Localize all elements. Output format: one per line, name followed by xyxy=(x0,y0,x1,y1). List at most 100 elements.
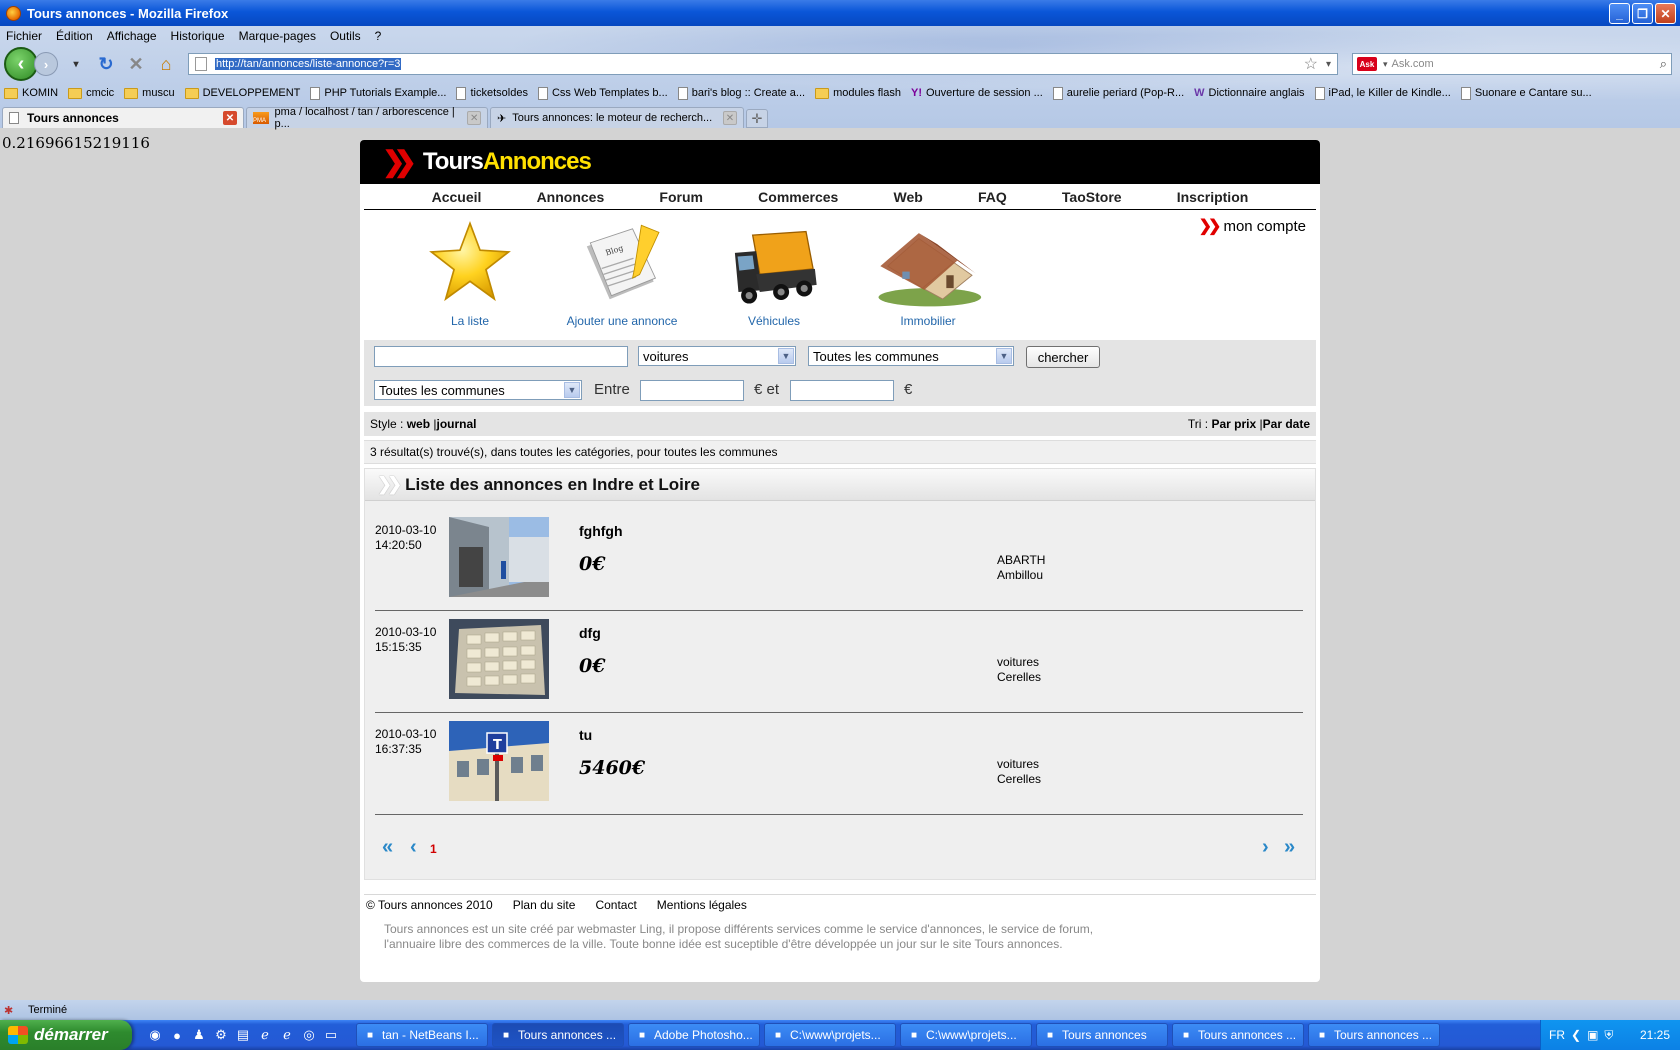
nav-accueil[interactable]: Accueil xyxy=(432,189,482,205)
bookmark-item[interactable]: DEVELOPPEMENT xyxy=(184,87,300,99)
taskbar-task[interactable]: ■ Adobe Photosho... xyxy=(628,1023,760,1047)
nav-commerces[interactable]: Commerces xyxy=(758,189,838,205)
sort-par-date-link[interactable]: Par date xyxy=(1263,417,1310,431)
bookmark-item[interactable]: W Dictionnaire anglais xyxy=(1194,87,1304,99)
bookmark-item[interactable]: cmcic xyxy=(68,87,114,99)
back-button[interactable]: ‹ xyxy=(4,47,38,81)
nav-inscription[interactable]: Inscription xyxy=(1177,189,1249,205)
firefox-launch-icon[interactable]: ● xyxy=(168,1026,186,1044)
tray-arrow-icon[interactable]: ❮ xyxy=(1571,1028,1581,1042)
chevron-down-icon[interactable]: ▼ xyxy=(778,348,794,364)
tab-moteur-recherche[interactable]: ✈ Tours annonces: le moteur de recherch.… xyxy=(490,107,744,128)
stop-icon[interactable]: ✕ xyxy=(124,52,148,76)
sort-par-prix-link[interactable]: Par prix xyxy=(1211,417,1256,431)
taskbar-task[interactable]: ■ tan - NetBeans I... xyxy=(356,1023,488,1047)
security-icon[interactable]: ⛨ xyxy=(1604,1028,1613,1043)
maximize-button[interactable]: ❐ xyxy=(1632,3,1653,24)
category-label[interactable]: La liste xyxy=(400,314,540,328)
bookmark-item[interactable]: bari's blog :: Create a... xyxy=(677,86,805,100)
price-min-input[interactable] xyxy=(640,380,744,401)
style-journal-link[interactable]: journal xyxy=(437,417,477,431)
ad-row[interactable]: 2010-03-10 14:20:50 fghfgh 0€ ABARTH Amb… xyxy=(375,509,1303,611)
reload-icon[interactable]: ↻ xyxy=(94,52,118,76)
ad-photo[interactable]: T xyxy=(449,721,549,801)
bookmark-item[interactable]: Suonare e Cantare su... xyxy=(1460,86,1592,100)
next-page-button[interactable]: › xyxy=(1262,836,1269,859)
url-bar[interactable]: http://tan/annonces/liste-annonce?r=3 ☆ … xyxy=(188,53,1338,75)
search-icon[interactable]: ⌕ xyxy=(1660,56,1667,72)
bookmark-item[interactable]: KOMIN xyxy=(4,87,58,99)
menu-outils[interactable]: Outils xyxy=(330,29,361,43)
category-label[interactable]: Immobilier xyxy=(858,314,998,328)
taskbar-task[interactable]: ■ C:\www\projets... xyxy=(900,1023,1032,1047)
bookmark-item[interactable]: modules flash xyxy=(815,87,901,99)
ask-logo-icon[interactable]: Ask xyxy=(1357,57,1377,71)
ad-row[interactable]: 2010-03-10 15:15:35 dfg 0€ voitures Cere… xyxy=(375,611,1303,713)
ad-row[interactable]: 2010-03-10 16:37:35 T tu 5460€ voitures … xyxy=(375,713,1303,815)
bookmark-item[interactable]: iPad, le Killer de Kindle... xyxy=(1314,86,1451,100)
taskbar-task[interactable]: ■ C:\www\projets... xyxy=(764,1023,896,1047)
tab-tours-annonces[interactable]: Tours annonces ✕ xyxy=(2,107,244,128)
commune-select[interactable]: Toutes les communes ▼ xyxy=(808,346,1014,366)
new-tab-button[interactable]: ✛ xyxy=(746,109,768,128)
nav-forum[interactable]: Forum xyxy=(659,189,703,205)
menu-edition[interactable]: Édition xyxy=(56,29,93,43)
forward-button[interactable]: › xyxy=(34,52,58,76)
keyword-input[interactable] xyxy=(374,346,628,367)
logo-annonces[interactable]: Annonces xyxy=(483,148,592,176)
menu-affichage[interactable]: Affichage xyxy=(107,29,157,43)
app-launch-icon[interactable]: ◎ xyxy=(300,1026,318,1044)
menu-fichier[interactable]: Fichier xyxy=(6,29,42,43)
bookmark-item[interactable]: aurelie periard (Pop-R... xyxy=(1052,86,1184,100)
minimize-button[interactable]: _ xyxy=(1609,3,1630,24)
logo-tours[interactable]: Tours xyxy=(423,148,484,176)
first-page-button[interactable]: « xyxy=(382,836,393,859)
home-icon[interactable]: ⌂ xyxy=(154,52,178,76)
taskbar-task[interactable]: ■ Tours annonces ... xyxy=(492,1023,624,1047)
history-dropdown-icon[interactable]: ▾ xyxy=(64,52,88,76)
url-dropdown-icon[interactable]: ▾ xyxy=(1326,59,1331,70)
ad-title[interactable]: fghfgh xyxy=(579,523,623,539)
category-vehicules[interactable]: Véhicules xyxy=(704,220,844,328)
mon-compte-link[interactable]: ❯❯ mon compte xyxy=(1199,216,1306,236)
price-max-input[interactable] xyxy=(790,380,894,401)
ad-title[interactable]: tu xyxy=(579,727,592,743)
ie2-launch-icon[interactable]: ℯ xyxy=(278,1026,296,1044)
start-button[interactable]: démarrer xyxy=(0,1020,132,1050)
menu-marque-pages[interactable]: Marque-pages xyxy=(239,29,316,43)
bookmark-item[interactable]: muscu xyxy=(124,87,175,99)
chercher-button[interactable]: chercher xyxy=(1026,346,1100,368)
category-ajouter-annonce[interactable]: Blog Ajouter une annonce xyxy=(552,220,692,328)
bookmark-item[interactable]: PHP Tutorials Example... xyxy=(310,86,446,100)
ie-launch-icon[interactable]: ℯ xyxy=(256,1026,274,1044)
taskbar-task[interactable]: ■ Tours annonces xyxy=(1036,1023,1168,1047)
close-tab-icon[interactable]: ✕ xyxy=(223,111,237,125)
tool-launch-icon[interactable]: ⚙ xyxy=(212,1026,230,1044)
prev-page-button[interactable]: ‹ xyxy=(410,836,417,859)
close-window-button[interactable]: ✕ xyxy=(1655,3,1676,24)
chrome-launch-icon[interactable]: ◉ xyxy=(146,1026,164,1044)
search-engine-dropdown-icon[interactable]: ▾ xyxy=(1383,59,1388,70)
menu-aide[interactable]: ? xyxy=(375,29,382,43)
user-launch-icon[interactable]: ♟ xyxy=(190,1026,208,1044)
folder-launch-icon[interactable]: ▭ xyxy=(322,1026,340,1044)
bookmark-item[interactable]: ticketsoldes xyxy=(456,86,528,100)
category-la-liste[interactable]: La liste xyxy=(400,220,540,328)
language-indicator[interactable]: FR xyxy=(1549,1028,1565,1042)
chart-launch-icon[interactable]: ▤ xyxy=(234,1026,252,1044)
url-text[interactable]: http://tan/annonces/liste-annonce?r=3 xyxy=(215,58,402,70)
category-label[interactable]: Ajouter une annonce xyxy=(552,314,692,328)
current-page[interactable]: 1 xyxy=(430,842,437,856)
footer-mentions-legales[interactable]: Mentions légales xyxy=(657,898,747,912)
nav-annonces[interactable]: Annonces xyxy=(537,189,605,205)
menu-historique[interactable]: Historique xyxy=(171,29,225,43)
bookmark-item[interactable]: Y! Ouverture de session ... xyxy=(911,87,1043,99)
tab-pma[interactable]: PMA pma / localhost / tan / arborescence… xyxy=(246,106,488,130)
chevron-down-icon[interactable]: ▼ xyxy=(996,348,1012,364)
nav-web[interactable]: Web xyxy=(893,189,922,205)
footer-contact[interactable]: Contact xyxy=(595,898,636,912)
footer-plan-du-site[interactable]: Plan du site xyxy=(513,898,576,912)
bookmark-star-icon[interactable]: ☆ xyxy=(1304,54,1318,74)
search-bar[interactable]: Ask ▾ Ask.com ⌕ xyxy=(1352,53,1672,75)
commune2-select[interactable]: Toutes les communes ▼ xyxy=(374,380,582,400)
